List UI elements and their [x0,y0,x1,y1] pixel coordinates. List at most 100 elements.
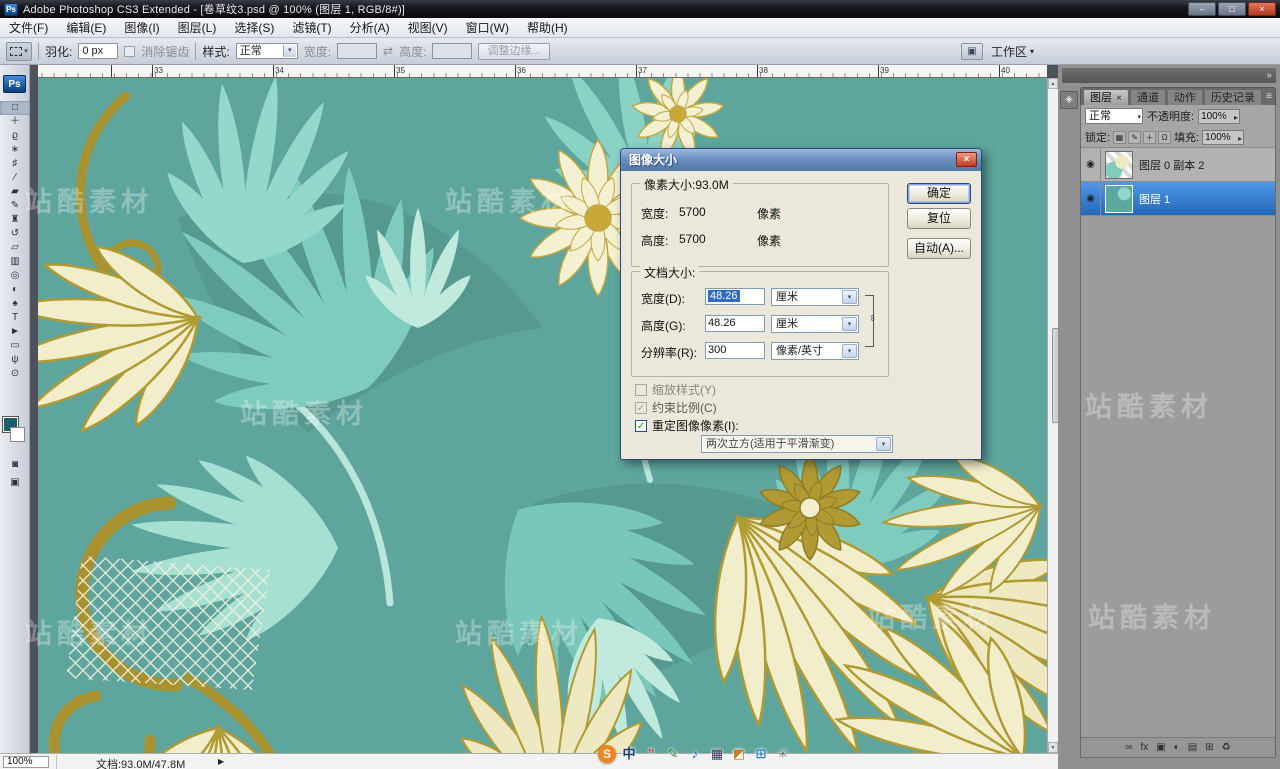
new-layer-icon[interactable]: ⊞ [1205,739,1213,757]
sogou-logo-icon[interactable]: S [598,745,616,763]
opacity-input[interactable]: 100% ▸ [1198,108,1241,124]
reset-button[interactable]: 复位 [907,208,971,229]
eraser-tool[interactable]: ▱ [0,241,30,255]
delete-layer-icon[interactable]: ♻ [1222,739,1231,757]
ime-handwrite-icon[interactable]: ✎ [664,745,682,763]
history-brush-tool[interactable]: ↺ [0,227,30,241]
eyedropper-tool[interactable]: ∕ [0,171,30,185]
path-selection-tool[interactable]: ► [0,325,30,339]
screen-mode-button[interactable]: ▣ [0,477,30,492]
rect-marquee-tool[interactable]: □ [0,101,30,115]
clone-stamp-tool[interactable]: ♜ [0,213,30,227]
dock-collapse-button[interactable]: » [1266,69,1272,82]
menu-item[interactable]: 帮助(H) [518,18,577,38]
ime-keyboard-icon[interactable]: ▦ [708,745,726,763]
fill-input[interactable]: 100% ▸ [1202,129,1245,145]
dialog-title-bar[interactable]: 图像大小 [621,149,981,171]
zoom-tool[interactable]: ⊙ [0,367,30,381]
ime-skin-icon[interactable]: ◩ [730,745,748,763]
shape-tool[interactable]: ▭ [0,339,30,353]
menu-item[interactable]: 视图(V) [399,18,457,38]
hand-tool[interactable]: ψ [0,353,30,367]
dodge-tool[interactable]: ◐ [0,283,30,297]
visibility-toggle-icon[interactable]: ◉ [1081,181,1101,216]
tab-close-icon[interactable]: × [1116,93,1122,104]
layer-mask-icon[interactable]: ▣ [1156,739,1165,757]
pen-tool[interactable]: ♠ [0,297,30,311]
menu-item[interactable]: 图层(L) [169,18,226,38]
status-flyout-icon[interactable]: ▶ [218,757,224,766]
height-input[interactable] [432,43,473,59]
menu-item[interactable]: 滤镜(T) [283,18,340,38]
doc-height-unit-combobox[interactable]: 厘米 ▾ [771,315,859,333]
scale-styles-checkbox[interactable] [635,383,647,396]
menu-item[interactable]: 窗口(W) [457,18,518,38]
tab-通道[interactable]: 通道 [1129,89,1166,105]
scroll-down-icon[interactable]: ▼ [1048,742,1058,753]
close-button[interactable]: × [1248,2,1276,16]
refine-edge-button[interactable]: 调整边缘... [478,42,550,60]
resample-image-checkbox[interactable]: ✓ [635,419,647,432]
lock-position-icon[interactable]: ＋ [1143,130,1157,144]
style-combobox[interactable]: 正常 ▾ [235,43,298,59]
adjustment-layer-icon[interactable]: ◐ [1174,739,1180,757]
collapsed-dock-button[interactable]: ◈ [1060,91,1078,109]
resolution-input[interactable]: 300 [705,342,765,359]
doc-height-input[interactable]: 48.26 [705,315,765,332]
spinner-icon[interactable]: ▸ [1234,111,1238,124]
layer-row[interactable]: ◉ 图层 1 [1081,181,1275,216]
move-tool[interactable]: ＋ [0,115,30,129]
ime-punctuation-icon[interactable]: ” [642,745,660,763]
bridge-icon[interactable]: ▣ [960,42,983,60]
menu-item[interactable]: 编辑(E) [57,18,115,38]
lock-transparency-icon[interactable]: ▦ [1113,130,1127,144]
constrain-proportions-checkbox[interactable]: ✓ [635,401,647,414]
layer-row[interactable]: ◉ 图层 0 副本 2 [1081,148,1275,182]
resample-method-combobox[interactable]: 两次立方(适用于平滑渐变) ▾ [701,435,893,453]
doc-width-input[interactable]: 48.26 [705,288,765,305]
blur-tool[interactable]: ◎ [0,269,30,283]
width-input[interactable] [337,43,378,59]
panel-menu-icon[interactable]: ≡ [1266,91,1272,102]
layer-style-icon[interactable]: fx [1141,739,1149,757]
visibility-toggle-icon[interactable]: ◉ [1081,148,1101,182]
quick-mask-button[interactable]: ◙ [0,459,30,474]
ok-button[interactable]: 确定 [907,183,971,204]
crop-tool[interactable]: ♯ [0,157,30,171]
spinner-icon[interactable]: ▸ [1238,132,1242,145]
ime-grid-icon[interactable]: ⊞ [752,745,770,763]
lock-pixels-icon[interactable]: ✎ [1128,130,1142,144]
scroll-up-icon[interactable]: ▲ [1048,78,1058,89]
workspace-button[interactable]: 工作区 ▾ [991,43,1034,60]
blend-mode-combobox[interactable]: 正常 ▾ [1085,108,1143,124]
tab-图层[interactable]: 图层 × [1083,89,1129,105]
auto-button[interactable]: 自动(A)... [907,238,971,259]
tab-动作[interactable]: 动作 [1166,89,1203,105]
swap-dimensions-icon[interactable]: ⇄ [383,44,393,58]
antialias-checkbox[interactable] [124,45,136,57]
menu-item[interactable]: 文件(F) [0,18,57,38]
ime-settings-icon[interactable]: ✳ [774,745,792,763]
maximize-button[interactable]: □ [1218,2,1246,16]
layer-group-icon[interactable]: ▤ [1188,739,1197,757]
zoom-level-input[interactable]: 100% [3,756,49,768]
lasso-tool[interactable]: ϱ [0,129,30,143]
menu-item[interactable]: 分析(A) [341,18,399,38]
menu-item[interactable]: 选择(S) [225,18,283,38]
menu-item[interactable]: 图像(I) [115,18,168,38]
brush-tool[interactable]: ✎ [0,199,30,213]
feather-input[interactable]: 0 px [78,43,119,59]
lock-all-icon[interactable]: Ω [1158,130,1172,144]
doc-width-unit-combobox[interactable]: 厘米 ▾ [771,288,859,306]
tab-历史记录[interactable]: 历史记录 [1203,89,1262,105]
ime-mode-chinese[interactable]: 中 [620,745,638,763]
healing-brush-tool[interactable]: ▰ [0,185,30,199]
ime-mic-icon[interactable]: ♪ [686,745,704,763]
resolution-unit-combobox[interactable]: 像素/英寸 ▾ [771,342,859,360]
gradient-tool[interactable]: ▥ [0,255,30,269]
dialog-close-button[interactable]: × [956,152,977,167]
tool-preset-picker[interactable]: ▾ [6,41,32,61]
type-tool[interactable]: T [0,311,30,325]
vertical-scrollbar[interactable]: ▲ ▼ [1047,78,1062,753]
magic-wand-tool[interactable]: ∗ [0,143,30,157]
